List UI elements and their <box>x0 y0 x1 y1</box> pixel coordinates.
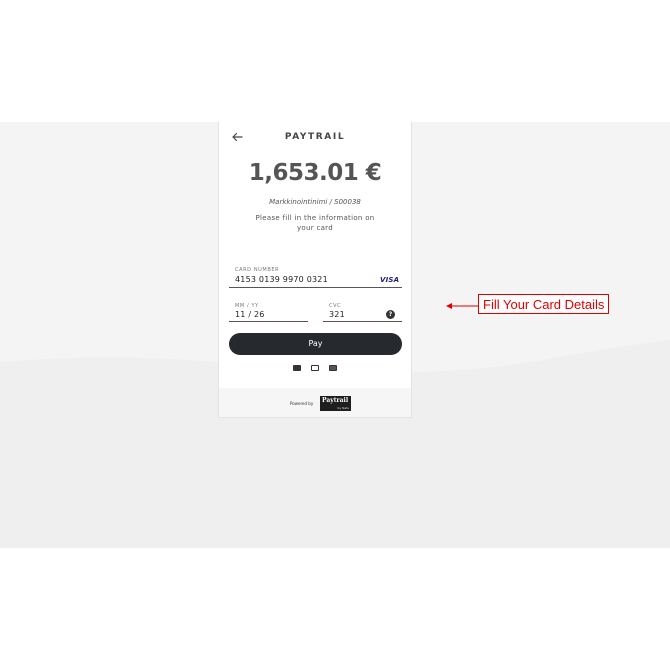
expiry-label: MM / YY <box>235 303 259 309</box>
card-number-underline <box>229 287 402 288</box>
visa-logo: VISA <box>380 276 400 284</box>
logo-name: Paytrail <box>322 397 349 404</box>
payment-instructions: Please fill in the information on your c… <box>255 214 375 232</box>
annotation-arrow-icon <box>446 303 478 309</box>
paytrail-logo: Paytrail by Nets <box>320 396 351 411</box>
logo-sub: by Nets <box>337 406 349 410</box>
payment-method-icons <box>219 365 411 372</box>
card-header: PAYTRAIL <box>219 122 411 154</box>
annotation-label: Fill Your Card Details <box>478 294 610 314</box>
payment-card: PAYTRAIL 1,653.01 € Markkinointinimi / S… <box>218 122 412 418</box>
cvc-input[interactable]: 321 <box>329 310 345 319</box>
card-number-input[interactable]: 4153 0139 9970 0321 <box>235 275 328 284</box>
pay-button[interactable]: Pay <box>229 333 402 355</box>
cvc-underline <box>323 321 402 322</box>
cvc-label: CVC <box>329 303 342 309</box>
powered-by-text: Powered by <box>290 401 314 406</box>
expiry-input[interactable]: 11 / 26 <box>235 310 265 319</box>
laptop-icon <box>311 365 319 371</box>
payment-amount: 1,653.01 € <box>248 160 382 186</box>
card-number-label: CARD NUMBER <box>235 267 280 273</box>
brand-title: PAYTRAIL <box>284 132 346 142</box>
card-icon <box>293 365 301 371</box>
card-footer: Powered by Paytrail by Nets <box>219 388 411 417</box>
expiry-underline <box>229 321 308 322</box>
wallet-icon <box>329 365 337 371</box>
cvc-help-icon[interactable]: ? <box>386 310 395 319</box>
payment-reference: Markkinointinimi / S00038 <box>269 198 361 206</box>
